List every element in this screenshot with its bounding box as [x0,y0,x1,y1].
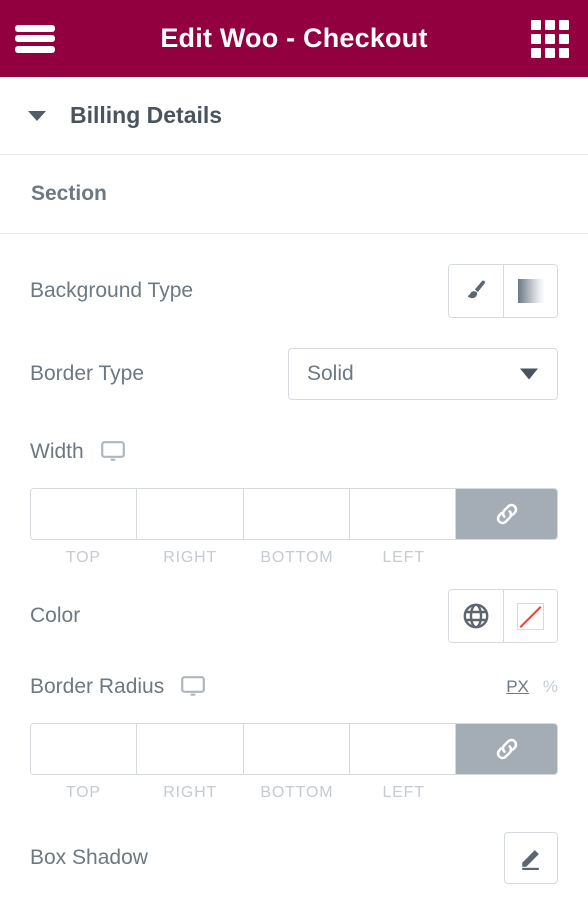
width-inputs [30,488,558,540]
width-input-bottom[interactable] [243,489,350,539]
width-sub-labels: TOP RIGHT BOTTOM LEFT [30,549,558,567]
width-link-values-button[interactable] [456,489,557,539]
section-header: Section [0,155,588,234]
apps-grid-icon[interactable] [531,19,569,58]
hamburger-bar [15,24,55,32]
desktop-monitor-icon[interactable] [181,676,206,698]
unit-percent-button[interactable]: % [543,677,558,697]
border-radius-label-text: Border Radius [30,675,165,698]
width-label-text: Width [30,440,84,463]
border-radius-label: Border Radius [30,675,206,699]
width-dimensions: TOP RIGHT BOTTOM LEFT [30,488,558,567]
accordion-title: Billing Details [70,102,223,128]
background-type-label: Background Type [30,279,194,302]
width-input-top[interactable] [31,489,138,539]
border-radius-units: PX % [506,677,558,697]
width-label: Width [30,440,125,464]
caret-down-icon [28,110,46,121]
border-radius-inputs [30,723,558,775]
background-type-choices [448,264,558,318]
border-radius-sublabel-right: RIGHT [163,784,218,801]
paint-brush-icon [467,280,485,299]
control-border-type: Border Type Solid [30,348,558,400]
border-radius-input-left[interactable] [349,724,456,774]
app-header: Edit Woo - Checkout [0,0,588,77]
controls-panel: Background Type Border Type Solid Width [0,234,588,884]
color-label: Color [30,604,81,627]
width-input-left[interactable] [349,489,456,539]
box-shadow-label: Box Shadow [30,846,148,869]
border-radius-link-values-button[interactable] [456,724,557,774]
pencil-edit-icon [522,850,539,871]
control-color: Color [30,589,558,643]
width-sublabel-right: RIGHT [163,549,218,566]
border-radius-sublabel-bottom: BOTTOM [260,784,334,801]
control-box-shadow: Box Shadow [30,832,558,884]
border-radius-sub-labels: TOP RIGHT BOTTOM LEFT [30,784,558,802]
border-radius-input-right[interactable] [137,724,244,774]
accordion-billing-details[interactable]: Billing Details [0,77,588,155]
no-color-swatch-icon [517,602,544,630]
globe-icon [463,603,489,629]
gradient-swatch-icon [517,279,544,303]
desktop-monitor-icon[interactable] [100,441,125,463]
box-shadow-edit-button[interactable] [504,832,558,884]
hamburger-bar [15,45,55,53]
color-swatch-button[interactable] [503,590,557,642]
section-header-label: Section [31,182,107,205]
border-radius-sublabel-top: TOP [65,784,101,801]
color-global-button[interactable] [449,590,503,642]
control-width: Width [30,430,558,474]
width-sublabel-top: TOP [65,549,101,566]
control-border-radius: Border Radius PX % [30,665,558,709]
control-background-type: Background Type [30,264,558,318]
background-type-classic-button[interactable] [449,265,503,317]
unit-px-button[interactable]: PX [506,677,529,697]
border-type-select-wrap: Solid [288,348,558,400]
border-radius-dimensions: TOP RIGHT BOTTOM LEFT [30,723,558,802]
color-choices [448,589,558,643]
width-sublabel-left: LEFT [382,549,425,566]
width-sublabel-bottom: BOTTOM [260,549,334,566]
hamburger-bar [15,35,55,42]
link-icon [496,738,517,760]
page-title: Edit Woo - Checkout [160,23,428,53]
border-type-select[interactable]: Solid [288,348,558,400]
link-icon [496,503,517,525]
hamburger-menu-icon[interactable] [15,22,55,56]
background-type-gradient-button[interactable] [503,265,557,317]
border-radius-sublabel-left: LEFT [382,784,425,801]
border-radius-input-bottom[interactable] [243,724,350,774]
width-input-right[interactable] [137,489,244,539]
border-type-label: Border Type [30,362,145,385]
border-radius-input-top[interactable] [31,724,138,774]
